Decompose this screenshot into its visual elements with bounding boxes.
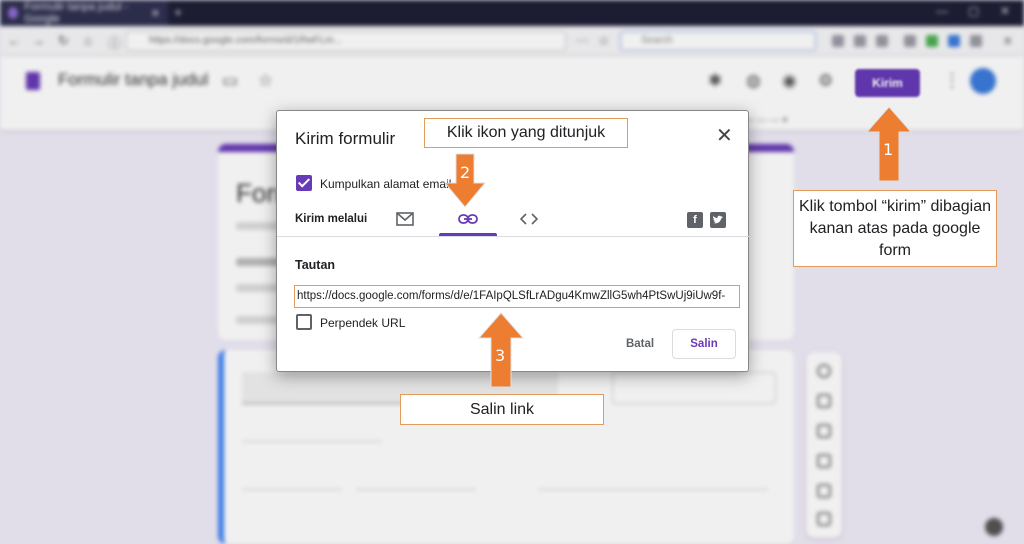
step2-callout: Klik ikon yang ditunjuk <box>424 118 628 148</box>
copy-button[interactable]: Salin <box>672 329 736 359</box>
shorten-url-checkbox[interactable] <box>296 314 312 330</box>
facebook-icon[interactable]: f <box>687 212 703 228</box>
dialog-divider <box>277 236 749 237</box>
tab-email[interactable] <box>385 207 425 231</box>
tab-link[interactable] <box>448 207 488 231</box>
step3-number: 3 <box>495 346 506 365</box>
close-icon[interactable]: ✕ <box>716 123 733 148</box>
shorten-url-label: Perpendek URL <box>320 316 406 330</box>
link-section-label: Tautan <box>295 258 336 272</box>
step2-number: 2 <box>460 163 471 182</box>
cancel-button[interactable]: Batal <box>615 329 665 359</box>
step1-number: 1 <box>883 140 894 159</box>
step1-callout: Klik tombol “kirim” dibagian kanan atas … <box>793 190 997 267</box>
step3-callout: Salin link <box>400 394 604 425</box>
send-via-label: Kirim melalui <box>295 213 368 225</box>
tab-embed[interactable] <box>509 207 549 231</box>
email-icon <box>396 212 414 226</box>
twitter-icon[interactable] <box>710 212 726 228</box>
form-link-field[interactable]: https://docs.google.com/forms/d/e/1FAIpQ… <box>294 285 740 308</box>
collect-email-label: Kumpulkan alamat email <box>320 177 452 191</box>
embed-code-icon <box>520 213 538 225</box>
dialog-title: Kirim formulir <box>295 129 396 148</box>
collect-email-checkbox[interactable] <box>296 175 312 191</box>
link-icon <box>458 214 478 224</box>
